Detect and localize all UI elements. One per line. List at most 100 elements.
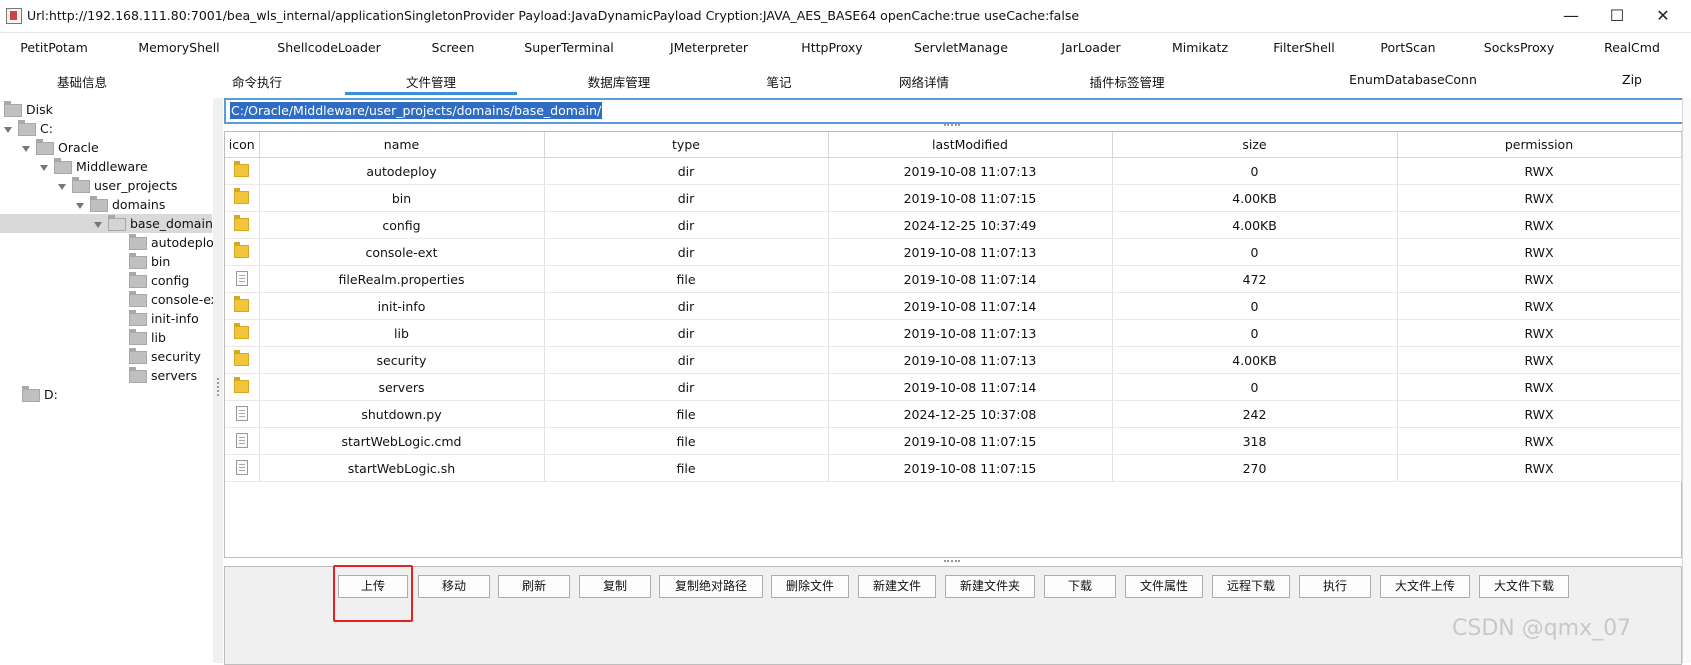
plugin-screen[interactable]: Screen: [432, 40, 475, 55]
file-properties-button[interactable]: 文件属性: [1125, 575, 1203, 598]
tree-node-d[interactable]: D:: [22, 385, 58, 404]
column-header-icon[interactable]: icon: [225, 132, 260, 158]
tab-enumdatabaseconn[interactable]: EnumDatabaseConn: [1349, 72, 1477, 87]
tab-network-details[interactable]: 网络详情: [899, 72, 949, 91]
table-row[interactable]: config dir 2024-12-25 10:37:49 4.00KB RWX: [225, 211, 1682, 239]
tab-zip[interactable]: Zip: [1622, 72, 1642, 87]
tree-node-bin[interactable]: bin: [129, 252, 170, 271]
plugin-httpproxy[interactable]: HttpProxy: [801, 40, 862, 55]
move-button[interactable]: 移动: [418, 575, 490, 598]
table-row[interactable]: console-ext dir 2019-10-08 11:07:13 0 RWX: [225, 238, 1682, 266]
cell-lastmodified: 2019-10-08 11:07:14: [828, 373, 1113, 401]
tree-node-console-ext[interactable]: console-ext: [129, 290, 223, 309]
cell-type: dir: [544, 319, 829, 347]
expand-arrow-icon[interactable]: [22, 145, 30, 152]
plugin-memoryshell[interactable]: MemoryShell: [138, 40, 219, 55]
tree-node-oracle[interactable]: Oracle: [22, 138, 99, 157]
expand-arrow-icon[interactable]: [4, 126, 12, 133]
splitter-grip-icon[interactable]: [944, 560, 960, 565]
table-row[interactable]: bin dir 2019-10-08 11:07:15 4.00KB RWX: [225, 184, 1682, 212]
table-row[interactable]: servers dir 2019-10-08 11:07:14 0 RWX: [225, 373, 1682, 401]
copy-absolute-path-button[interactable]: 复制绝对路径: [659, 575, 763, 598]
table-row[interactable]: startWebLogic.sh file 2019-10-08 11:07:15 2…: [225, 454, 1682, 482]
tree-node-c[interactable]: C:: [4, 119, 53, 138]
plugin-jarloader[interactable]: JarLoader: [1061, 40, 1120, 55]
tree-node-user-projects[interactable]: user_projects: [58, 176, 177, 195]
splitter-grip-icon[interactable]: [944, 124, 960, 129]
tree-node-autodeploy[interactable]: autodeploy: [129, 233, 221, 252]
plugin-petitpotam[interactable]: PetitPotam: [20, 40, 88, 55]
plugin-filtershell[interactable]: FilterShell: [1273, 40, 1334, 55]
tree-node-init-info[interactable]: init-info: [129, 309, 199, 328]
large-file-download-button[interactable]: 大文件下载: [1479, 575, 1569, 598]
tree-label: config: [151, 273, 190, 288]
tree-node-lib[interactable]: lib: [129, 328, 166, 347]
splitter-grip-icon[interactable]: [217, 378, 221, 396]
table-row[interactable]: security dir 2019-10-08 11:07:13 4.00KB RWX: [225, 346, 1682, 374]
new-folder-button[interactable]: 新建文件夹: [945, 575, 1035, 598]
column-header-lastmodified[interactable]: lastModified: [828, 132, 1113, 158]
tab-basic-info[interactable]: 基础信息: [57, 72, 107, 91]
plugin-realcmd[interactable]: RealCmd: [1604, 40, 1660, 55]
maximize-button[interactable]: ☐: [1594, 3, 1640, 29]
plugin-jmeterpreter[interactable]: JMeterpreter: [670, 40, 748, 55]
cell-icon: [225, 184, 260, 212]
folder-icon: [234, 242, 250, 258]
cell-lastmodified: 2019-10-08 11:07:13: [828, 238, 1113, 266]
remote-download-button[interactable]: 远程下载: [1212, 575, 1290, 598]
table-row[interactable]: lib dir 2019-10-08 11:07:13 0 RWX: [225, 319, 1682, 347]
tab-notes[interactable]: 笔记: [766, 72, 791, 91]
expand-arrow-icon[interactable]: [94, 221, 102, 228]
tab-command-exec[interactable]: 命令执行: [232, 72, 282, 91]
plugin-superterminal[interactable]: SuperTerminal: [524, 40, 613, 55]
table-row[interactable]: startWebLogic.cmd file 2019-10-08 11:07:15…: [225, 427, 1682, 455]
plugin-shellcodeloader[interactable]: ShellcodeLoader: [277, 40, 380, 55]
table-row[interactable]: fileRealm.properties file 2019-10-08 11:07…: [225, 265, 1682, 293]
cell-size: 0: [1112, 319, 1398, 347]
path-input[interactable]: C:/Oracle/Middleware/user_projects/domai…: [224, 98, 1684, 124]
close-button[interactable]: ✕: [1640, 3, 1686, 29]
tree-node-security[interactable]: security: [129, 347, 201, 366]
table-row[interactable]: shutdown.py file 2024-12-25 10:37:08 242 RWX: [225, 400, 1682, 428]
tree-node-disk[interactable]: Disk: [4, 100, 53, 119]
folder-icon: [129, 291, 147, 307]
plugin-mimikatz[interactable]: Mimikatz: [1172, 40, 1228, 55]
tree-label: domains: [112, 197, 166, 212]
tree-node-servers[interactable]: servers: [129, 366, 197, 385]
folder-icon: [129, 234, 147, 250]
column-header-size[interactable]: size: [1112, 132, 1398, 158]
plugin-portscan[interactable]: PortScan: [1380, 40, 1435, 55]
expand-arrow-icon[interactable]: [76, 202, 84, 209]
column-header-name[interactable]: name: [259, 132, 545, 158]
execute-button[interactable]: 执行: [1299, 575, 1371, 598]
table-row[interactable]: init-info dir 2019-10-08 11:07:14 0 RWX: [225, 292, 1682, 320]
tab-plugin-tag-manager[interactable]: 插件标签管理: [1089, 72, 1164, 91]
large-file-upload-button[interactable]: 大文件上传: [1380, 575, 1470, 598]
refresh-button[interactable]: 刷新: [498, 575, 570, 598]
copy-button[interactable]: 复制: [579, 575, 651, 598]
expand-arrow-icon[interactable]: [40, 164, 48, 171]
tree-node-config[interactable]: config: [129, 271, 189, 290]
download-button[interactable]: 下载: [1044, 575, 1116, 598]
tab-database-manager[interactable]: 数据库管理: [588, 72, 651, 91]
column-header-type[interactable]: type: [544, 132, 829, 158]
path-value: C:/Oracle/Middleware/user_projects/domai…: [230, 102, 603, 119]
table-row[interactable]: autodeploy dir 2019-10-08 11:07:13 0 RWX: [225, 157, 1682, 185]
plugin-socksproxy[interactable]: SocksProxy: [1484, 40, 1554, 55]
minimize-button[interactable]: —: [1548, 3, 1594, 29]
tab-file-manager[interactable]: 文件管理: [406, 72, 456, 91]
cell-icon: [225, 373, 260, 401]
column-header-permission[interactable]: permission: [1397, 132, 1682, 158]
cell-size: 0: [1112, 292, 1398, 320]
tree-node-domains[interactable]: domains: [76, 195, 165, 214]
expand-arrow-icon[interactable]: [58, 183, 66, 190]
delete-file-button[interactable]: 删除文件: [771, 575, 849, 598]
plugin-servletmanage[interactable]: ServletManage: [914, 40, 1008, 55]
tree-node-base-domain[interactable]: base_domain: [0, 214, 213, 233]
file-icon: [235, 271, 248, 286]
new-file-button[interactable]: 新建文件: [858, 575, 936, 598]
tree-node-middleware[interactable]: Middleware: [40, 157, 148, 176]
folder-icon: [129, 367, 147, 383]
plugin-menu-bar: PetitPotam MemoryShell ShellcodeLoader S…: [0, 34, 1691, 60]
table-header-row: icon name type lastModified size permiss…: [225, 132, 1682, 158]
